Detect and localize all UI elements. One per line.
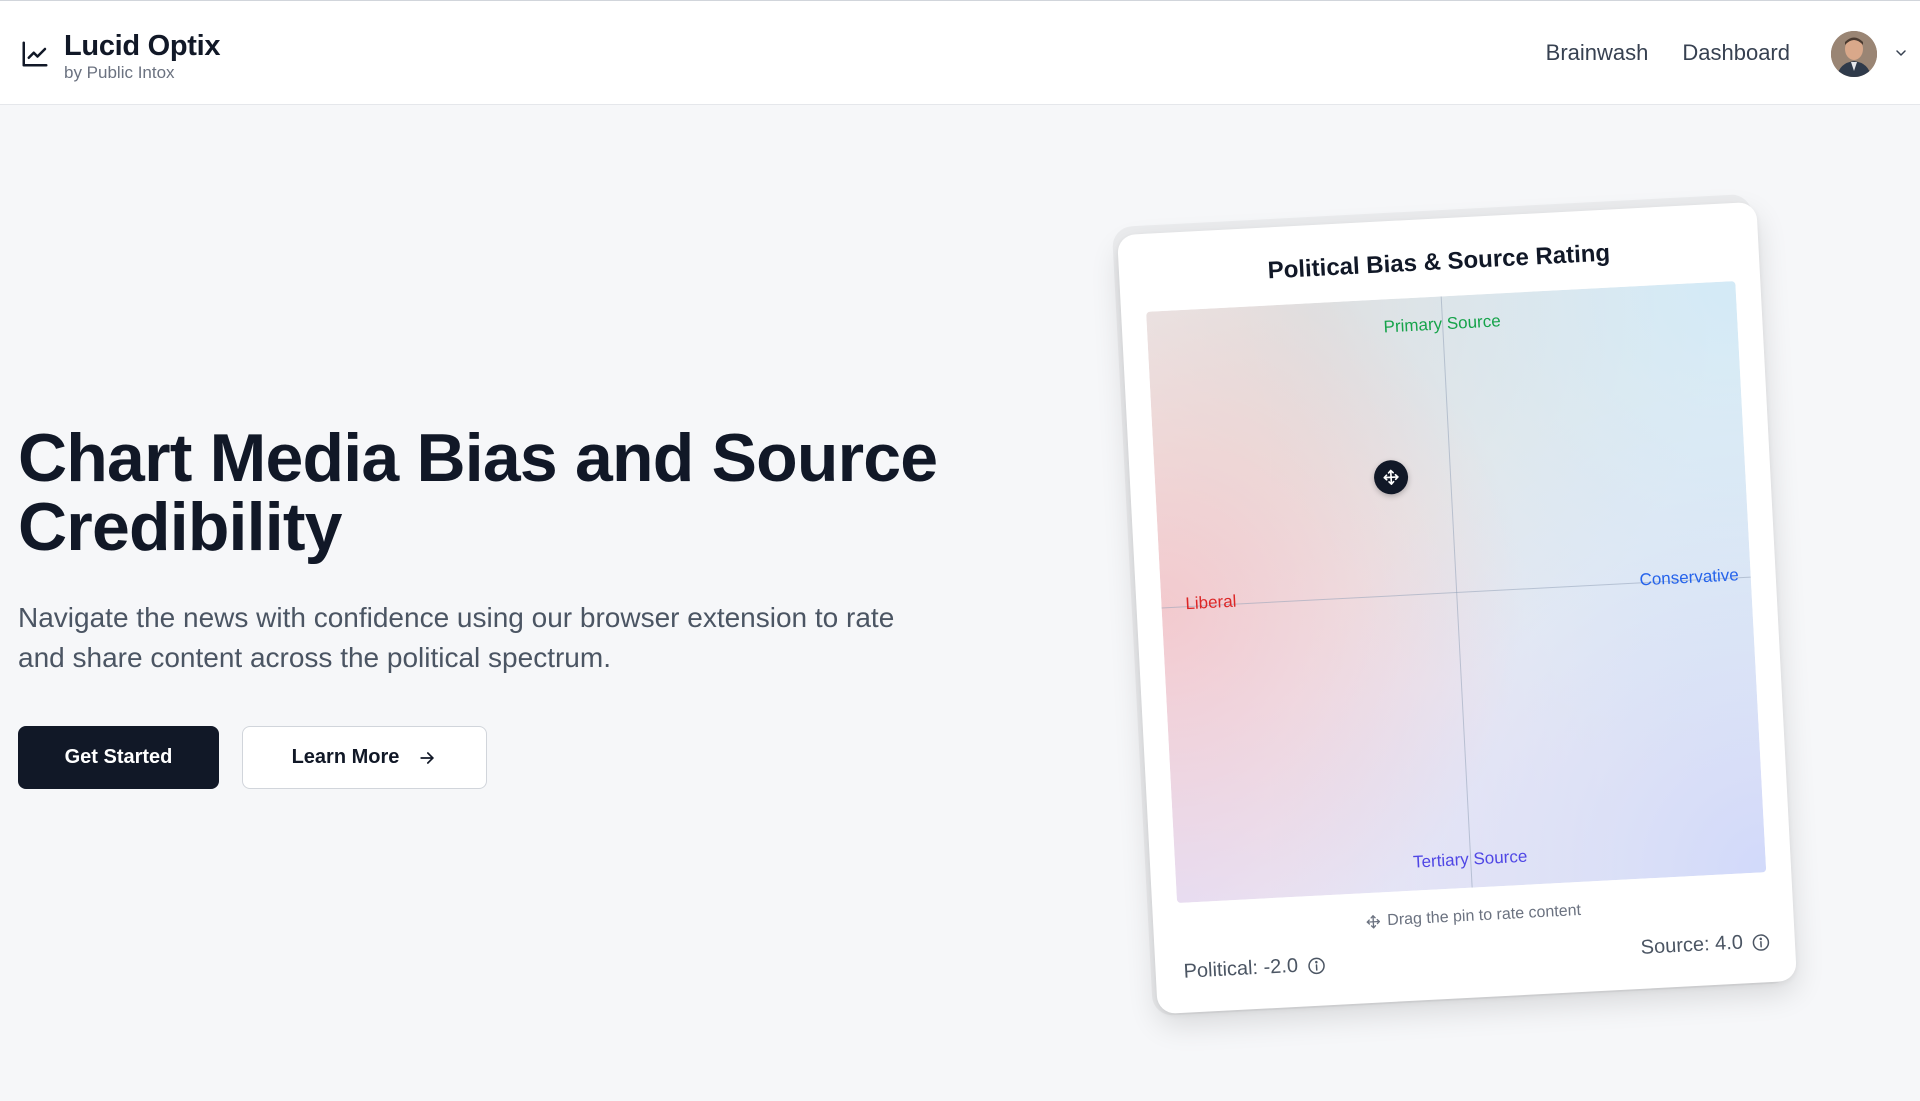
chevron-down-icon[interactable]: [1893, 45, 1909, 61]
line-chart-icon: [22, 41, 48, 67]
get-started-label: Get Started: [64, 746, 173, 768]
brand[interactable]: Lucid Optix by Public Intox: [20, 29, 221, 83]
label-conservative: Conservative: [1639, 565, 1740, 590]
political-readout: Political: -2.0: [1183, 953, 1327, 983]
label-liberal: Liberal: [1184, 591, 1237, 614]
main-nav: Brainwash Dashboard: [1546, 39, 1790, 67]
rating-card: Political Bias & Source Rating Primary S…: [1117, 201, 1797, 1015]
cta-group: Get Started Learn More: [18, 726, 968, 789]
move-icon: [1383, 469, 1399, 485]
learn-more-button[interactable]: Learn More: [242, 726, 487, 789]
rating-pin[interactable]: [1373, 458, 1409, 495]
brand-text: Lucid Optix by Public Intox: [64, 29, 221, 83]
learn-more-label: Learn More: [291, 746, 400, 768]
source-readout: Source: 4.0: [1640, 930, 1771, 960]
brand-name: Lucid Optix: [64, 30, 221, 62]
nav-link-brainwash[interactable]: Brainwash: [1546, 39, 1649, 67]
top-navigation-bar: Lucid Optix by Public Intox Brainwash Da…: [0, 0, 1920, 105]
hero-subtitle: Navigate the news with confidence using …: [18, 602, 895, 673]
user-avatar[interactable]: [1831, 31, 1877, 77]
nav-link-dashboard[interactable]: Dashboard: [1682, 39, 1790, 67]
rating-grid[interactable]: Primary Source Tertiary Source Liberal C…: [1146, 280, 1767, 904]
avatar-image: [1831, 31, 1877, 77]
get-started-button[interactable]: Get Started: [18, 726, 219, 789]
political-readout-text: Political: -2.0: [1183, 954, 1299, 983]
arrow-right-icon: [420, 751, 435, 764]
hero-title: Chart Media Bias and Source Credibility: [18, 420, 938, 565]
info-circle-icon[interactable]: [1306, 955, 1327, 976]
source-readout-text: Source: 4.0: [1640, 931, 1744, 959]
hero-section: Chart Media Bias and Source Credibility …: [18, 424, 968, 789]
move-icon: [1366, 915, 1381, 929]
brand-subtitle: by Public Intox: [64, 63, 175, 82]
drag-hint-text: Drag the pin to rate content: [1386, 901, 1582, 930]
info-circle-icon[interactable]: [1750, 932, 1771, 953]
